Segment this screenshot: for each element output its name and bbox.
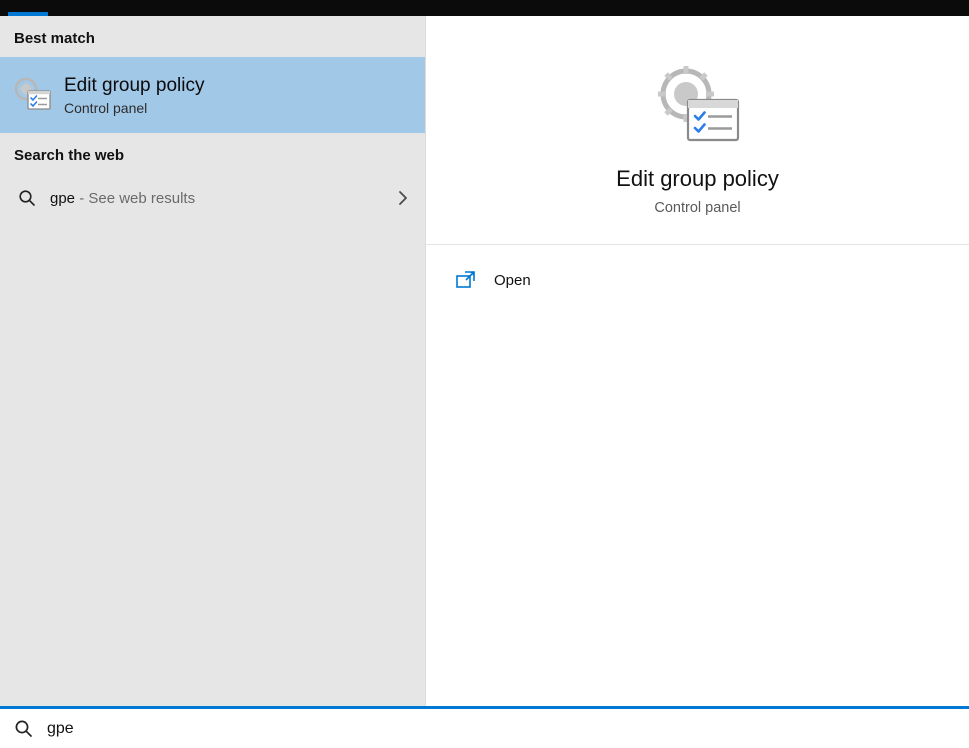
search-icon xyxy=(14,719,33,738)
preview-pane: Edit group policy Control panel Open xyxy=(425,16,969,706)
best-match-text: Edit group policy Control panel xyxy=(64,74,204,116)
best-match-subtitle: Control panel xyxy=(64,100,204,116)
search-icon xyxy=(18,189,36,207)
results-pane: Best match Edit xyxy=(0,16,425,706)
open-action[interactable]: Open xyxy=(426,261,969,299)
web-query: gpe xyxy=(50,190,75,207)
search-bar[interactable] xyxy=(0,706,969,748)
main-area: Best match Edit xyxy=(0,16,969,706)
preview-subtitle: Control panel xyxy=(426,200,969,216)
best-match-header: Best match xyxy=(0,16,425,57)
search-input[interactable] xyxy=(47,720,955,738)
group-policy-icon xyxy=(12,75,52,115)
web-result-text: gpe - See web results xyxy=(50,190,383,207)
preview-actions: Open xyxy=(426,245,969,315)
preview-header: Edit group policy Control panel xyxy=(426,16,969,245)
chevron-right-icon xyxy=(397,190,409,206)
search-web-header: Search the web xyxy=(0,133,425,174)
title-bar xyxy=(0,0,969,16)
web-suffix: - See web results xyxy=(75,190,195,207)
group-policy-large-icon xyxy=(652,62,744,154)
active-tab-indicator xyxy=(8,12,48,16)
web-result-item[interactable]: gpe - See web results xyxy=(0,174,425,222)
best-match-title: Edit group policy xyxy=(64,74,204,98)
best-match-item[interactable]: Edit group policy Control panel xyxy=(0,57,425,133)
preview-title: Edit group policy xyxy=(426,166,969,192)
open-label: Open xyxy=(494,272,531,289)
open-icon xyxy=(456,271,476,289)
